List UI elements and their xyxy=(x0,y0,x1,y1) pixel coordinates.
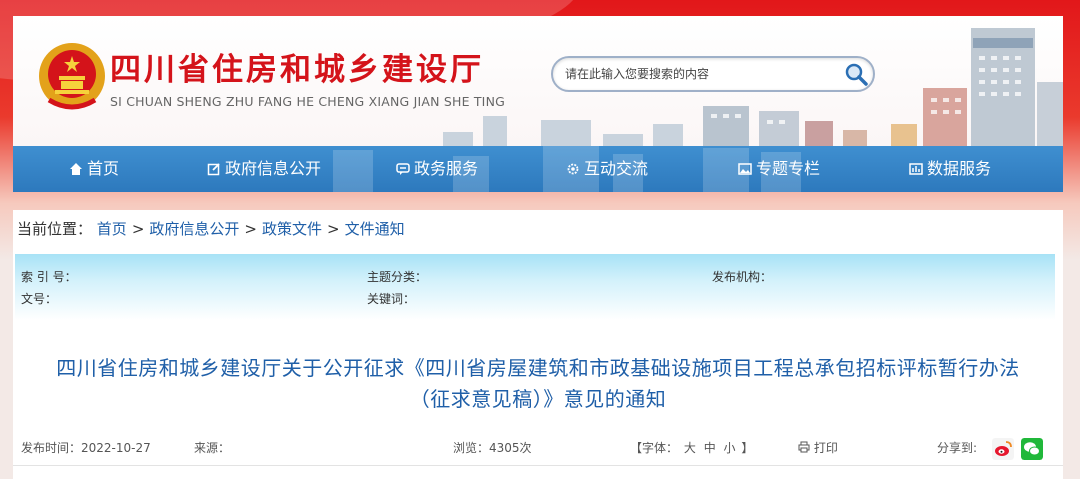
site-title: 四川省住房和城乡建设厅 xyxy=(110,52,484,88)
nav-item-special-topics[interactable]: 专题专栏 xyxy=(738,146,820,192)
view-count: 浏览：4305次 xyxy=(453,441,532,455)
nav-item-data-services[interactable]: 数据服务 xyxy=(909,146,991,192)
breadcrumb-notices[interactable]: 文件通知 xyxy=(345,220,405,238)
gear-icon xyxy=(567,163,579,175)
nav-item-government-services[interactable]: 政务服务 xyxy=(396,146,478,192)
bars-icon xyxy=(909,163,923,175)
breadcrumb-policy-documents[interactable]: 政策文件 xyxy=(262,220,322,238)
breadcrumb-government-info[interactable]: 政府信息公开 xyxy=(149,220,239,238)
site-header: 四川省住房和城乡建设厅 SI CHUAN SHENG ZHU FANG HE C… xyxy=(13,16,1063,146)
nav-item-label: 首页 xyxy=(87,159,120,178)
nav-item-label: 政府信息公开 xyxy=(225,159,322,178)
font-size-prefix: 【字体： xyxy=(630,441,679,455)
chat-icon xyxy=(396,163,410,175)
national-emblem-icon xyxy=(39,43,105,110)
site-subtitle: SI CHUAN SHENG ZHU FANG HE CHENG XIANG J… xyxy=(110,94,506,109)
font-size-suffix: 】 xyxy=(741,441,754,455)
nav-item-government-info[interactable]: 政府信息公开 xyxy=(207,146,321,192)
document-title-line-1: 四川省住房和城乡建设厅关于公开征求《四川省房屋建筑和市政基础设施项目工程总承包招… xyxy=(56,356,1020,380)
printer-icon xyxy=(798,441,810,453)
meta-publisher: 发布机构： xyxy=(712,270,773,284)
nav-item-label: 互动交流 xyxy=(584,159,649,178)
nav-item-label: 政务服务 xyxy=(414,159,479,178)
nav-skyline-decoration xyxy=(333,146,801,192)
main-content: 当前位置： 首页 > 政府信息公开 > 政策文件 > 文件通知 索 引 号： 文号： 主题分… xyxy=(13,210,1063,479)
search-icon[interactable] xyxy=(843,61,869,87)
font-size-large[interactable]: 大 xyxy=(684,441,696,455)
share-label: 分享到: xyxy=(937,441,978,455)
document-title-line-2: （征求意见稿）》意见的通知 xyxy=(409,387,667,411)
breadcrumb-home[interactable]: 首页 xyxy=(97,220,127,238)
meta-index-number: 索 引 号： xyxy=(21,270,77,284)
main-navigation: 首页 政府信息公开 政务服务 互动交流 专题专栏 数据服务 xyxy=(13,146,1063,192)
nav-item-label: 数据服务 xyxy=(927,159,992,178)
edit-icon xyxy=(207,163,220,176)
print-label: 打印 xyxy=(813,441,838,455)
document-metadata: 索 引 号： 文号： 主题分类： 关键词： 发布机构： xyxy=(15,254,1055,320)
font-size-small[interactable]: 小 xyxy=(724,441,736,455)
breadcrumb-separator: > xyxy=(131,220,145,238)
print-button[interactable]: 打印 xyxy=(798,439,838,456)
search-box xyxy=(551,56,875,92)
publish-time: 发布时间：2022-10-27 xyxy=(21,441,151,455)
breadcrumb-separator: > xyxy=(244,220,257,238)
nav-item-label: 专题专栏 xyxy=(756,159,821,178)
source: 来源： xyxy=(194,441,231,455)
meta-keywords: 关键词： xyxy=(367,292,416,306)
font-size-control: 【字体： 大 中 小 】 xyxy=(630,439,753,456)
wechat-icon[interactable] xyxy=(1021,438,1043,460)
home-icon xyxy=(70,163,82,175)
divider xyxy=(13,465,1063,466)
document-title: 四川省住房和城乡建设厅关于公开征求《四川省房屋建筑和市政基础设施项目工程总承包招… xyxy=(13,353,1063,415)
weibo-icon[interactable] xyxy=(992,438,1014,460)
nav-item-interaction[interactable]: 互动交流 xyxy=(566,146,648,192)
font-size-medium[interactable]: 中 xyxy=(704,441,716,455)
breadcrumb-separator: > xyxy=(327,220,340,238)
picture-icon xyxy=(738,163,752,175)
meta-topic: 主题分类： xyxy=(367,270,428,284)
nav-item-home[interactable]: 首页 xyxy=(69,146,119,192)
search-input[interactable] xyxy=(563,64,837,84)
breadcrumb: 当前位置： 首页 > 政府信息公开 > 政策文件 > 文件通知 xyxy=(17,218,405,239)
breadcrumb-prefix: 当前位置： xyxy=(17,220,93,238)
meta-document-number: 文号： xyxy=(21,292,58,306)
